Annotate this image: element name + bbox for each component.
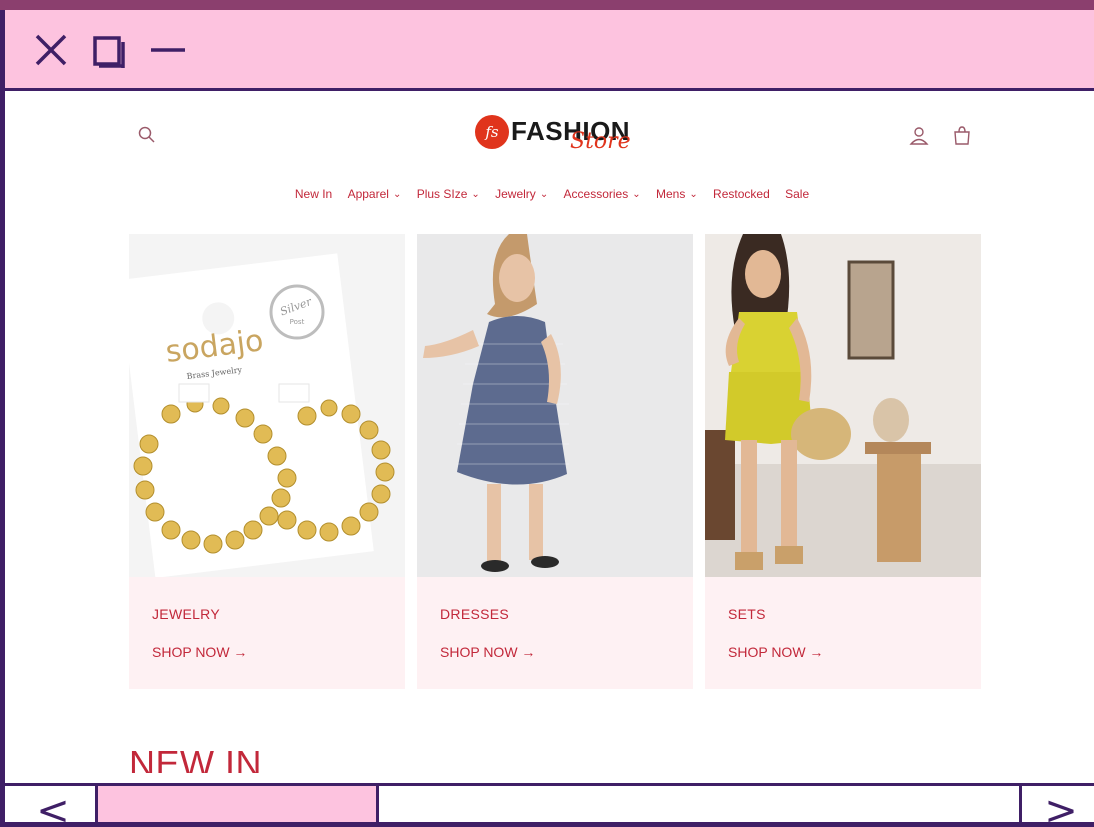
logo-mark: fs	[475, 115, 509, 149]
site-header: fs FASHION Store	[5, 91, 1094, 181]
main-nav: New In Apparel ⌄ Plus SIze ⌄ Jewelry ⌄ Acce…	[5, 187, 1094, 201]
tab-area	[379, 786, 1019, 822]
sets-image	[705, 234, 981, 577]
nav-label: Sale	[785, 187, 810, 201]
web-page: fs FASHION Store New In Apparel ⌄ Plus SI…	[5, 91, 1094, 773]
nav-label: New In	[294, 187, 333, 201]
chevron-down-icon: ⌄	[689, 189, 698, 200]
card-title: JEWELRY	[152, 606, 220, 622]
next-arrow-icon[interactable]: >	[1041, 786, 1081, 822]
minimize-icon[interactable]	[147, 30, 187, 70]
dress-model-illustration	[417, 234, 693, 577]
chevron-down-icon: ⌄	[471, 189, 480, 200]
sets-model-illustration	[705, 234, 981, 577]
window-top-edge	[0, 0, 1094, 10]
nav-item-restocked[interactable]: Restocked	[713, 187, 770, 201]
maximize-icon[interactable]	[89, 30, 129, 70]
nav-label: Apparel	[347, 187, 389, 201]
post-badge-text: Post	[290, 318, 305, 326]
search-icon[interactable]	[137, 125, 157, 145]
card-title: SETS	[728, 606, 766, 622]
nav-item-mens[interactable]: Mens ⌄	[656, 187, 698, 201]
nav-item-apparel[interactable]: Apparel ⌄	[348, 187, 402, 201]
browser-window: fs FASHION Store New In Apparel ⌄ Plus SI…	[0, 0, 1094, 827]
nav-item-sale[interactable]: Sale	[785, 187, 809, 201]
divider	[1019, 786, 1022, 822]
chevron-down-icon: ⌄	[539, 189, 549, 200]
nav-item-new-in[interactable]: New In	[295, 187, 332, 201]
shop-now-link[interactable]: SHOP NOW →	[728, 644, 823, 660]
nav-label: Jewelry	[495, 187, 536, 201]
nav-item-jewelry[interactable]: Jewelry ⌄	[495, 187, 548, 201]
chevron-down-icon: ⌄	[632, 189, 641, 200]
category-card-sets[interactable]: SETS SHOP NOW →	[705, 234, 981, 689]
section-heading-new-in: NEW IN	[129, 743, 262, 773]
category-card-dresses[interactable]: DRESSES SHOP NOW →	[417, 234, 693, 689]
previous-arrow-icon[interactable]: <	[33, 786, 73, 822]
logo-script: Store	[570, 129, 631, 154]
dresses-image	[417, 234, 693, 577]
active-tab[interactable]	[95, 786, 379, 822]
card-title: DRESSES	[440, 606, 510, 622]
shop-now-link[interactable]: SHOP NOW →	[152, 644, 247, 660]
nav-label: Restocked	[713, 187, 770, 201]
jewelry-image: Silver Post sodajo Brass Jewelry	[129, 234, 405, 577]
nav-label: Mens	[655, 187, 686, 201]
nav-item-accessories[interactable]: Accessories ⌄	[564, 187, 641, 201]
category-card-jewelry[interactable]: Silver Post sodajo Brass Jewelry JEWELRY…	[129, 234, 405, 689]
close-icon[interactable]	[31, 30, 71, 70]
chevron-down-icon: ⌄	[392, 189, 402, 200]
account-icon[interactable]	[908, 125, 930, 147]
nav-item-plus-size[interactable]: Plus SIze ⌄	[417, 187, 480, 201]
bottom-navigation-bar: < >	[5, 783, 1094, 822]
site-logo[interactable]: fs FASHION Store	[475, 109, 645, 154]
cart-icon[interactable]	[951, 125, 973, 147]
earrings-illustration: Silver Post sodajo Brass Jewelry	[129, 234, 405, 577]
nav-label: Plus SIze	[416, 187, 468, 201]
shop-now-link[interactable]: SHOP NOW →	[440, 644, 535, 660]
title-bar	[5, 10, 1094, 91]
nav-label: Accessories	[563, 187, 629, 201]
